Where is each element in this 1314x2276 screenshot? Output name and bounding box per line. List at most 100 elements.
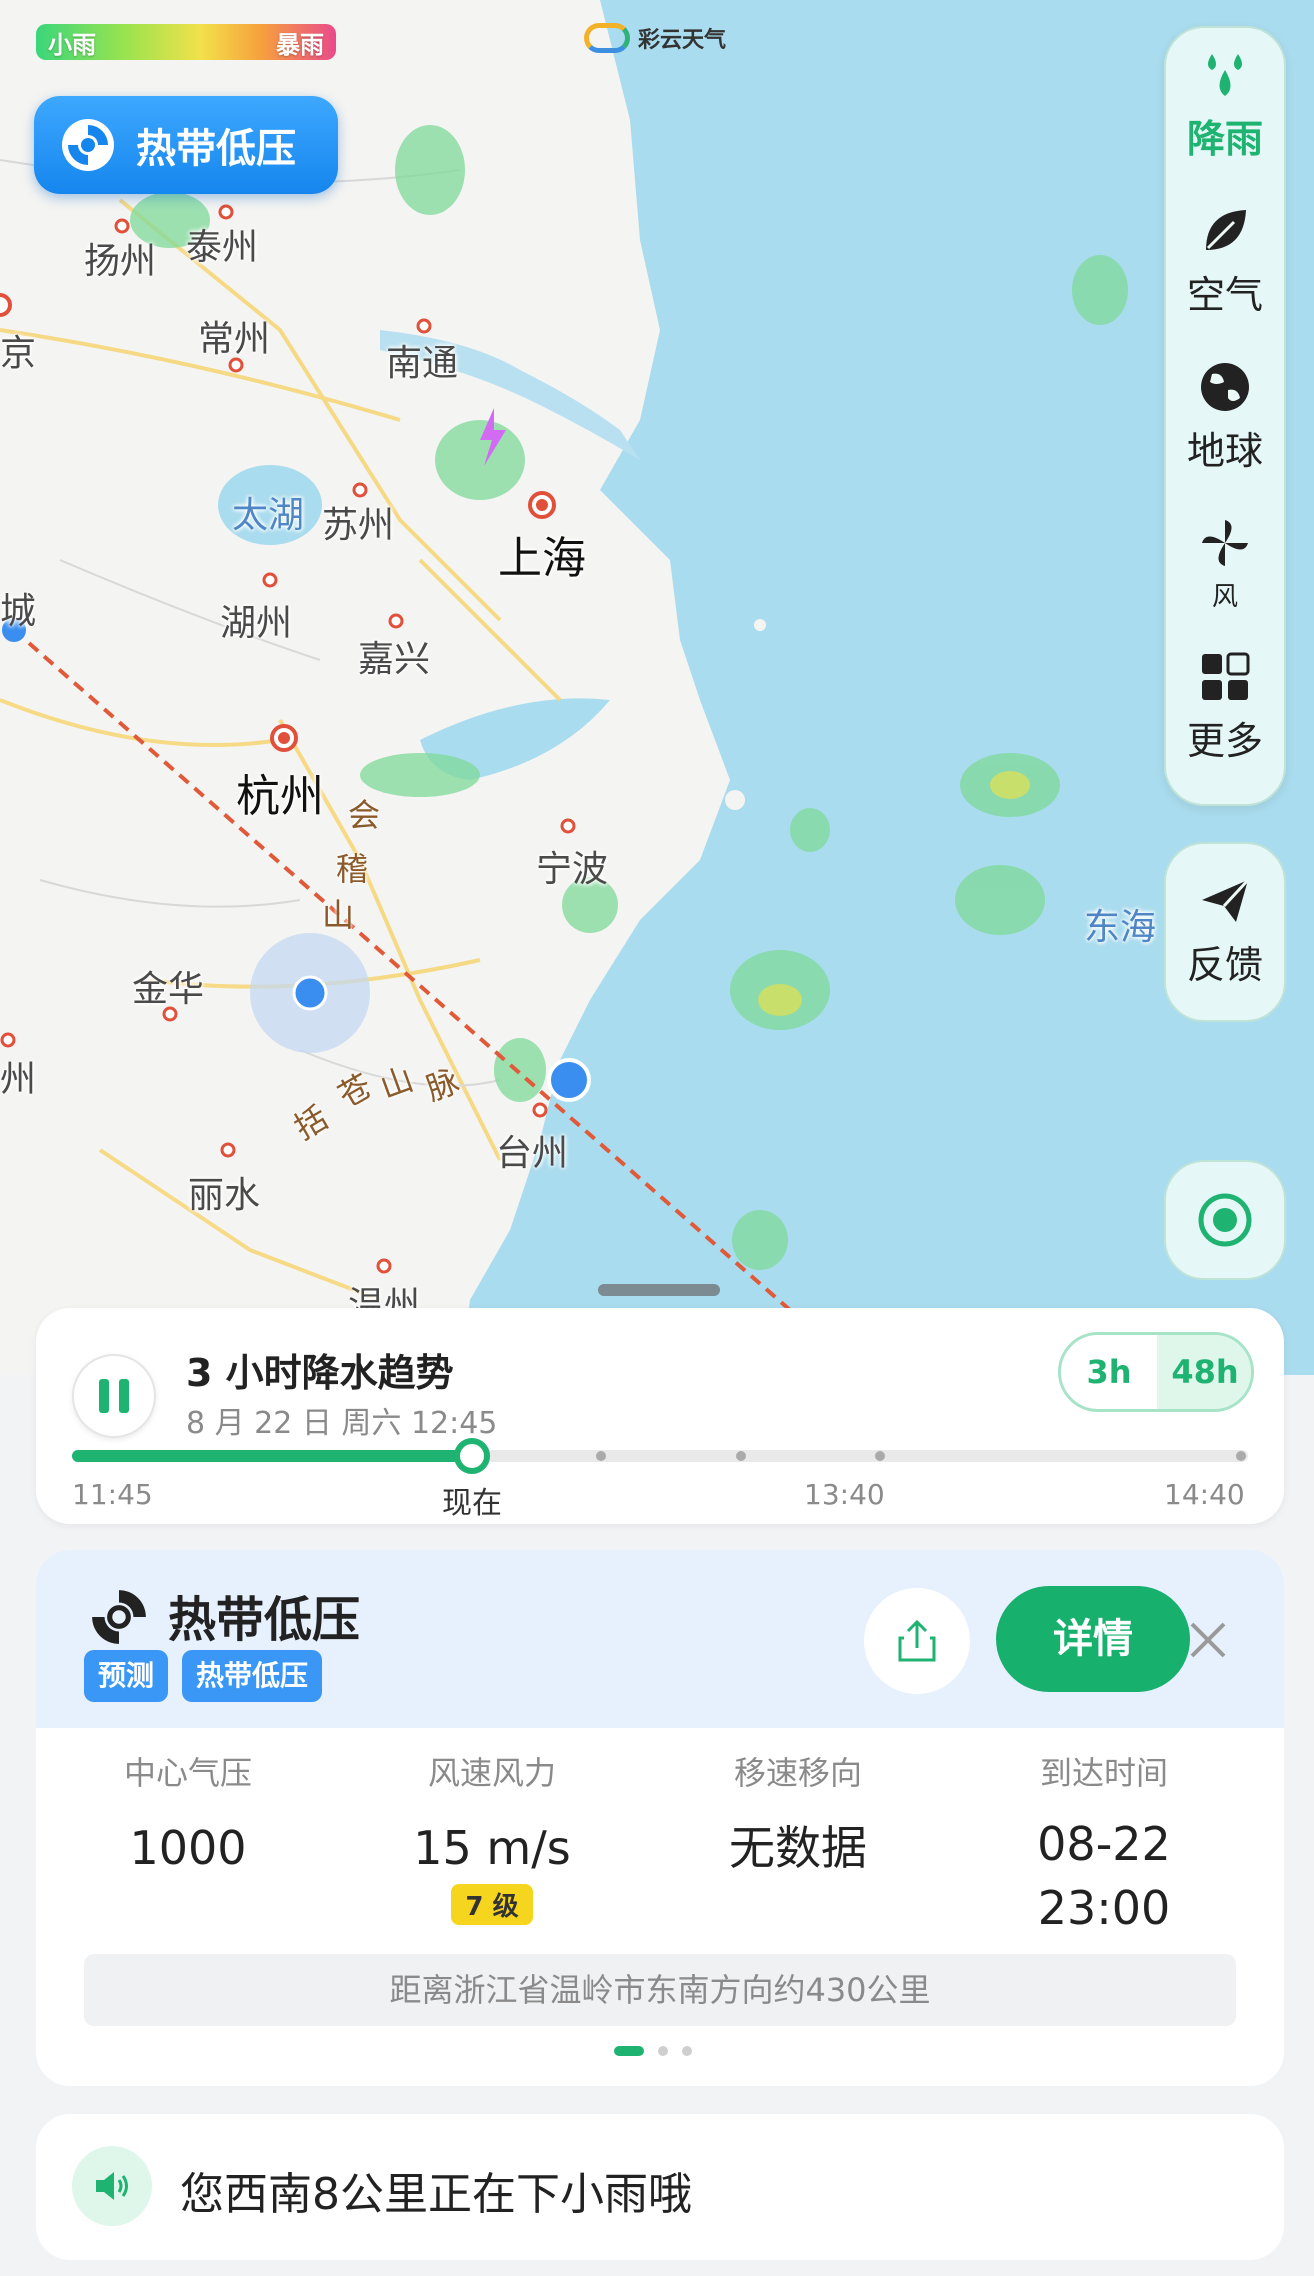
layer-toolbar: 降雨 空气 地球 风 更多	[1164, 26, 1286, 806]
locate-icon	[1198, 1193, 1252, 1247]
toolbar-label: 风	[1211, 582, 1238, 612]
time-label: 14:40	[1164, 1478, 1245, 1511]
page-dot	[658, 2046, 668, 2056]
timeline-tick	[596, 1451, 606, 1461]
city-label: 泰州	[186, 227, 259, 268]
brand-logo: 彩云天气	[584, 22, 726, 54]
pause-icon	[99, 1379, 109, 1413]
stat-value: 无数据	[729, 1821, 867, 1875]
feedback-label: 反馈	[1186, 943, 1263, 987]
mountain-label: 会	[348, 796, 381, 834]
typhoon-name: 热带低压	[168, 1592, 361, 1648]
range-option-3h[interactable]: 3h	[1061, 1335, 1157, 1409]
time-label-now: 现在	[442, 1486, 502, 1521]
timeline-tick	[736, 1451, 746, 1461]
lake-label: 太湖	[232, 495, 305, 536]
city-label: 宁波	[536, 849, 609, 890]
city-label: 南通	[386, 343, 459, 384]
timeline-progress	[72, 1450, 472, 1462]
detail-button[interactable]: 详情	[996, 1586, 1190, 1692]
sheet-drag-handle[interactable]	[598, 1284, 720, 1296]
timeline-tick	[1236, 1451, 1246, 1461]
stat-value: 1000	[129, 1821, 247, 1875]
wind-level-badge: 7 级	[451, 1884, 533, 1926]
page-dot	[682, 2046, 692, 2056]
stat-value: 15 m/s	[413, 1821, 571, 1875]
city-label: 苏州	[322, 505, 395, 546]
paper-plane-icon	[1202, 878, 1250, 922]
city-label: 丽水	[188, 1175, 261, 1216]
city-label: 城	[0, 591, 37, 632]
mountain-label: 稽	[336, 850, 369, 888]
share-button[interactable]	[864, 1588, 970, 1694]
toolbar-item-globe[interactable]: 地球	[1166, 360, 1284, 475]
typhoon-level-badge: 热带低压	[182, 1650, 323, 1702]
stat-pressure: 中心气压 1000	[36, 1748, 340, 1880]
pause-button[interactable]	[72, 1354, 156, 1438]
feedback-button[interactable]: 反馈	[1164, 842, 1286, 1022]
toolbar-item-air[interactable]: 空气	[1166, 204, 1284, 319]
share-icon	[898, 1619, 936, 1662]
locate-button[interactable]	[1164, 1160, 1286, 1280]
stat-label: 风速风力	[427, 1754, 556, 1792]
rain-alert-bar[interactable]: 您西南8公里正在下小雨哦	[36, 2114, 1284, 2260]
forecast-badge: 预测	[84, 1650, 169, 1702]
stat-label: 移速移向	[733, 1754, 862, 1792]
typhoon-info-card: 热带低压 预测 热带低压 详情 中心气压 1000 风速风力 15 m/s 7 …	[36, 1550, 1284, 2086]
rain-drops-icon	[1208, 54, 1242, 96]
typhoon-icon	[92, 1590, 146, 1644]
pinwheel-icon	[1202, 520, 1248, 566]
city-label: 嘉兴	[358, 639, 431, 680]
legend-low-label: 小雨	[48, 30, 96, 59]
stat-label: 中心气压	[123, 1754, 252, 1792]
time-label: 11:45	[72, 1478, 153, 1511]
time-label: 13:40	[804, 1478, 885, 1511]
stat-value-time: 23:00	[1037, 1881, 1171, 1936]
grid-icon	[1202, 652, 1250, 700]
stat-label: 到达时间	[1039, 1754, 1168, 1792]
close-icon[interactable]	[1182, 1614, 1234, 1666]
legend-high-label: 暴雨	[276, 30, 324, 59]
mountain-label: 山	[322, 896, 355, 934]
city-label: 京	[0, 333, 37, 374]
city-label: 扬州	[84, 241, 157, 282]
toolbar-item-more[interactable]: 更多	[1166, 650, 1284, 765]
speaker-icon[interactable]	[72, 2146, 152, 2226]
timeline-tick	[875, 1451, 885, 1461]
typhoon-tag-label: 热带低压	[136, 126, 296, 172]
rain-alert-text: 您西南8公里正在下小雨哦	[180, 2169, 692, 2220]
city-label: 杭州	[236, 771, 324, 822]
city-label: 州	[0, 1059, 37, 1100]
page-dot	[614, 2046, 644, 2056]
rain-trend-title: 3 小时降水趋势	[186, 1351, 454, 1395]
city-label: 金华	[132, 969, 205, 1010]
stat-wind: 风速风力 15 m/s 7 级	[340, 1748, 644, 1926]
timeline-knob[interactable]	[453, 1438, 490, 1474]
stat-movement: 移速移向 无数据	[646, 1748, 950, 1880]
city-label: 台州	[496, 1133, 569, 1174]
city-label: 常州	[198, 319, 271, 360]
range-option-48h[interactable]: 48h	[1157, 1335, 1251, 1409]
toolbar-label: 空气	[1186, 273, 1263, 317]
typhoon-tag-button[interactable]: 热带低压	[34, 96, 338, 194]
range-toggle: 3h 48h	[1058, 1332, 1254, 1412]
city-label: 湖州	[220, 603, 293, 644]
toolbar-item-rain[interactable]: 降雨	[1166, 48, 1284, 163]
city-label: 上海	[498, 533, 586, 584]
weather-map[interactable]: 扬州 泰州 京 常州 南通 太湖 苏州 上海 城 湖州 嘉兴 杭州 宁波 金华 …	[0, 0, 1314, 1375]
toolbar-label: 地球	[1186, 429, 1263, 473]
rain-intensity-legend: 小雨 暴雨	[36, 24, 336, 60]
speaker-icon-glyph	[96, 2172, 128, 2200]
pause-icon	[119, 1379, 129, 1413]
toolbar-item-wind[interactable]: 风	[1166, 516, 1284, 613]
page-indicator	[614, 2046, 706, 2056]
stat-value: 08-22	[1037, 1817, 1171, 1871]
brand-name: 彩云天气	[638, 28, 727, 53]
toolbar-label: 降雨	[1186, 117, 1263, 161]
timeline-slider[interactable]	[72, 1438, 1248, 1474]
stat-arrival: 到达时间 08-22 23:00	[952, 1748, 1256, 1941]
toolbar-label: 更多	[1186, 719, 1263, 763]
typhoon-icon	[62, 119, 114, 171]
rain-trend-date: 8 月 22 日 周六 12:45	[186, 1406, 498, 1441]
leaf-icon	[1206, 210, 1246, 250]
